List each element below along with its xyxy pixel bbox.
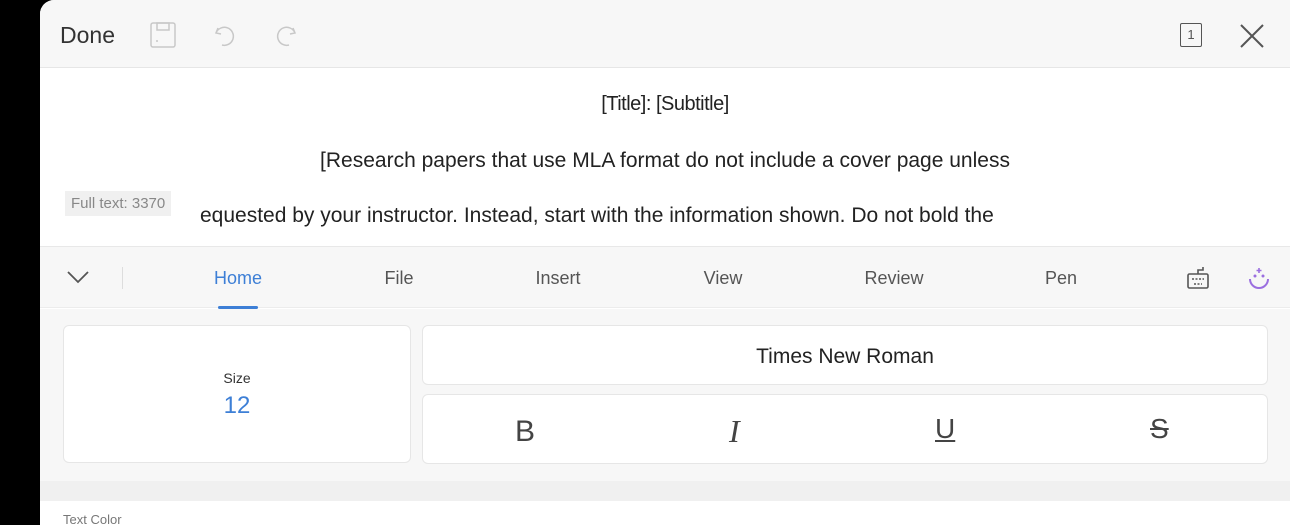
tab-insert[interactable]: Insert <box>535 268 580 289</box>
doc-text-line: [Research papers that use MLA format do … <box>320 149 1010 172</box>
undo-icon[interactable] <box>212 22 238 48</box>
style-buttons: B I U S <box>422 394 1268 464</box>
tab-pen[interactable]: Pen <box>1045 268 1077 289</box>
redo-icon[interactable] <box>273 22 299 48</box>
tab-home[interactable]: Home <box>214 268 262 289</box>
font-name-select[interactable]: Times New Roman <box>422 325 1268 385</box>
full-text-badge: Full text: 3370 <box>65 191 172 216</box>
doc-text-line: equested by your instructor. Instead, st… <box>200 204 994 227</box>
size-label: Size <box>223 370 251 386</box>
font-name: Times New Roman <box>756 345 934 368</box>
top-toolbar: Done 1 <box>40 0 1290 68</box>
close-icon[interactable] <box>1238 22 1266 50</box>
done-button[interactable]: Done <box>60 22 115 49</box>
underline-button[interactable]: U <box>935 413 955 445</box>
size-value: 12 <box>223 392 251 419</box>
collapse-chevron-icon[interactable] <box>66 269 90 285</box>
tab-review[interactable]: Review <box>864 268 923 289</box>
ribbon-tabs: Home File Insert View Review Pen <box>40 246 1290 309</box>
italic-button[interactable]: I <box>729 413 740 450</box>
assistant-icon[interactable] <box>1246 265 1272 291</box>
save-icon[interactable] <box>150 22 176 48</box>
page-count-button[interactable]: 1 <box>1180 23 1202 47</box>
bold-button[interactable]: B <box>515 415 535 449</box>
tab-view[interactable]: View <box>704 268 743 289</box>
strikethrough-button[interactable]: S <box>1150 413 1169 445</box>
font-size-control[interactable]: Size 12 <box>63 325 411 463</box>
divider <box>122 267 123 289</box>
keyboard-icon[interactable] <box>1185 265 1211 291</box>
document-preview[interactable]: [Title]: [Subtitle] [Research papers tha… <box>40 69 1290 246</box>
editor-window: Done 1 [Title]: [Subtitle] [Research pap… <box>40 0 1290 525</box>
doc-title-line: [Title]: [Subtitle] <box>601 93 729 115</box>
text-color-label: Text Color <box>63 512 122 525</box>
format-panel: Size 12 Times New Roman B I U S <box>40 309 1290 481</box>
tab-file[interactable]: File <box>384 268 413 289</box>
section-divider <box>40 481 1290 501</box>
